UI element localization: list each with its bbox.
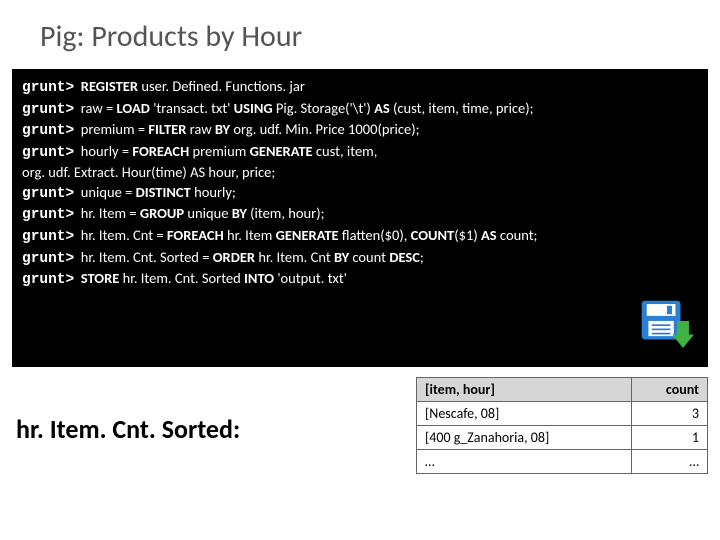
col-header-count: count	[631, 378, 707, 402]
code-line: grunt> STORE hr. Item. Cnt. Sorted INTO …	[22, 269, 698, 291]
code-block: grunt> REGISTER user. Defined. Functions…	[12, 69, 708, 367]
code-line: grunt> hourly = FOREACH premium GENERATE…	[22, 142, 698, 164]
slide-title: Pig: Products by Hour	[0, 0, 720, 69]
prompt: grunt>	[22, 80, 74, 96]
prompt: grunt>	[22, 102, 74, 118]
table-header-row: [item, hour] count	[417, 378, 708, 402]
result-variable-label: hr. Item. Cnt. Sorted:	[12, 377, 416, 445]
cell-item: [Nescafe, 08]	[417, 402, 632, 426]
code-line: grunt> hr. Item. Cnt. Sorted = ORDER hr.…	[22, 248, 698, 270]
cell-count: 1	[631, 426, 707, 450]
code-line: grunt> hr. Item = GROUP unique BY (item,…	[22, 204, 698, 226]
code-line: grunt> premium = FILTER raw BY org. udf.…	[22, 120, 698, 142]
code-line-cont: org. udf. Extract. Hour(time) AS hour, p…	[22, 163, 698, 183]
prompt: grunt>	[22, 186, 74, 202]
table-row: [400 g_Zanahoria, 08] 1	[417, 426, 708, 450]
cell-item: …	[417, 450, 632, 474]
cell-count: …	[631, 450, 707, 474]
code-line: grunt> hr. Item. Cnt = FOREACH hr. Item …	[22, 226, 698, 248]
table-row: [Nescafe, 08] 3	[417, 402, 708, 426]
prompt: grunt>	[22, 207, 74, 223]
prompt: grunt>	[22, 145, 74, 161]
table-row: … …	[417, 450, 708, 474]
output-table: [item, hour] count [Nescafe, 08] 3 [400 …	[416, 377, 708, 474]
prompt: grunt>	[22, 123, 74, 139]
prompt: grunt>	[22, 272, 74, 288]
code-line: grunt> REGISTER user. Defined. Functions…	[22, 77, 698, 99]
cell-count: 3	[631, 402, 707, 426]
cell-item: [400 g_Zanahoria, 08]	[417, 426, 632, 450]
code-line: grunt> unique = DISTINCT hourly;	[22, 183, 698, 205]
prompt: grunt>	[22, 229, 74, 245]
col-header-item: [item, hour]	[417, 378, 632, 402]
code-line: grunt> raw = LOAD 'transact. txt' USING …	[22, 99, 698, 121]
save-download-icon	[640, 299, 694, 353]
prompt: grunt>	[22, 251, 74, 267]
